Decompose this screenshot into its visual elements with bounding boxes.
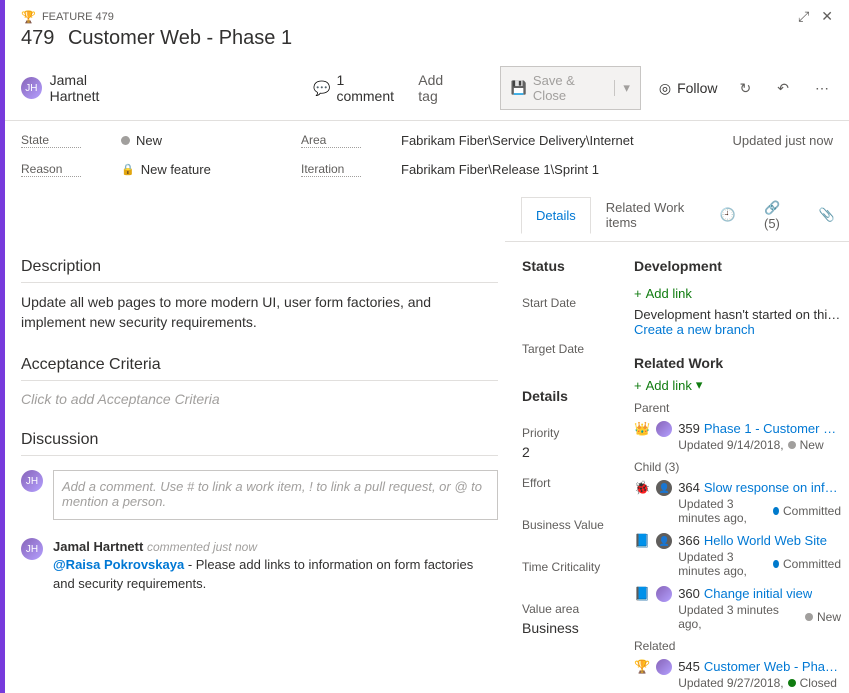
development-heading: Development	[634, 258, 841, 280]
comment-author: Jamal Hartnett	[53, 539, 143, 554]
revert-icon[interactable]: ↶	[773, 76, 793, 101]
effort-label: Effort	[522, 476, 626, 490]
add-tag-button[interactable]: Add tag	[418, 72, 463, 104]
plus-icon: +	[634, 378, 642, 393]
updated-timestamp: Updated just now	[733, 133, 833, 148]
close-icon[interactable]: ✕	[821, 8, 833, 25]
reason-label: Reason	[21, 162, 81, 177]
pbi-icon: 📘	[634, 586, 650, 602]
mention[interactable]: @Raisa Pokrovskaya	[53, 557, 184, 572]
more-actions-icon[interactable]: ⋯	[811, 76, 833, 101]
related-item[interactable]: 📘 👤 366 Hello World Web Site Updated 3 m…	[634, 533, 841, 578]
value-area-label: Value area	[522, 602, 626, 616]
related-work-heading: Related Work	[634, 355, 841, 371]
related-item[interactable]: 📘 360 Change initial view Updated 3 minu…	[634, 586, 841, 631]
avatar	[656, 421, 672, 437]
avatar: JH	[21, 538, 43, 560]
plus-icon: +	[634, 286, 642, 301]
assignee-picker[interactable]: JH Jamal Hartnett	[21, 72, 135, 104]
refresh-icon[interactable]: ↻	[736, 76, 756, 101]
state-label: State	[21, 133, 81, 148]
discussion-heading: Discussion	[21, 431, 498, 456]
comments-link[interactable]: 💬 1 comment	[313, 72, 400, 104]
reason-value[interactable]: 🔒New feature	[121, 162, 261, 177]
related-item[interactable]: 🏆 545 Customer Web - Phase 1 Updated 9/2…	[634, 659, 841, 690]
attachments-icon[interactable]: 📎	[805, 197, 849, 233]
status-heading: Status	[522, 258, 626, 280]
area-value[interactable]: Fabrikam Fiber\Service Delivery\Internet	[401, 133, 634, 148]
related-item[interactable]: 🐞 👤 364 Slow response on inform… Updated…	[634, 480, 841, 525]
lock-icon: 🔒	[121, 163, 135, 176]
comment-icon: 💬	[313, 80, 330, 97]
tab-related[interactable]: Related Work items	[591, 189, 706, 241]
feature-trophy-icon: 🏆	[21, 10, 36, 24]
bug-icon: 🐞	[634, 480, 650, 496]
feature-trophy-icon: 🏆	[634, 659, 650, 675]
comment-time: commented just now	[147, 540, 257, 554]
avatar: 👤	[656, 533, 672, 549]
restore-icon[interactable]: ⤢	[798, 8, 809, 25]
add-dev-link-button[interactable]: +Add link	[634, 286, 841, 301]
parent-label: Parent	[634, 401, 841, 415]
dev-message: Development hasn't started on this item.	[634, 307, 841, 322]
tab-details[interactable]: Details	[521, 197, 591, 234]
child-label: Child (3)	[634, 460, 841, 474]
state-value[interactable]: New	[121, 133, 261, 148]
start-date-label: Start Date	[522, 296, 626, 310]
business-value-label: Business Value	[522, 518, 626, 532]
priority-label: Priority	[522, 426, 626, 440]
save-icon: 💾	[511, 80, 527, 96]
history-icon[interactable]: 🕘	[706, 197, 750, 233]
chevron-down-icon[interactable]: ▾	[614, 80, 630, 96]
area-label: Area	[301, 133, 361, 148]
avatar: 👤	[656, 480, 672, 496]
value-area-value[interactable]: Business	[522, 620, 626, 636]
target-date-label: Target Date	[522, 342, 626, 356]
work-item-type: FEATURE 479	[42, 11, 114, 23]
related-item[interactable]: 👑 359 Phase 1 - Customer acce… Updated 9…	[634, 421, 841, 452]
avatar	[656, 586, 672, 602]
details-heading: Details	[522, 388, 626, 410]
add-related-link-button[interactable]: +Add link ▾	[634, 377, 841, 393]
related-label: Related	[634, 639, 841, 653]
epic-icon: 👑	[634, 421, 650, 437]
avatar: JH	[21, 470, 43, 492]
comment-item: JH Jamal Hartnett commented just now @Ra…	[21, 538, 498, 593]
follow-button[interactable]: ◎ Follow	[659, 80, 718, 97]
create-branch-link[interactable]: Create a new branch	[634, 322, 841, 337]
avatar	[656, 659, 672, 675]
chevron-down-icon: ▾	[696, 377, 703, 393]
avatar: JH	[21, 77, 42, 99]
iteration-label: Iteration	[301, 162, 361, 177]
pbi-icon: 📘	[634, 533, 650, 549]
follow-icon: ◎	[659, 80, 671, 97]
acceptance-placeholder[interactable]: Click to add Acceptance Criteria	[21, 391, 498, 407]
links-tab[interactable]: 🔗 (5)	[750, 190, 805, 241]
iteration-value[interactable]: Fabrikam Fiber\Release 1\Sprint 1	[401, 162, 634, 177]
acceptance-heading: Acceptance Criteria	[21, 356, 498, 381]
priority-value[interactable]: 2	[522, 444, 626, 460]
description-heading: Description	[21, 258, 498, 283]
save-close-button[interactable]: 💾 Save & Close ▾	[500, 66, 641, 110]
work-item-title[interactable]: Customer Web - Phase 1	[68, 27, 292, 49]
description-text[interactable]: Update all web pages to more modern UI, …	[21, 293, 498, 332]
time-criticality-label: Time Criticality	[522, 560, 626, 574]
assignee-name: Jamal Hartnett	[50, 72, 135, 104]
work-item-id: 479	[21, 27, 54, 49]
comment-input[interactable]: Add a comment. Use # to link a work item…	[53, 470, 498, 520]
